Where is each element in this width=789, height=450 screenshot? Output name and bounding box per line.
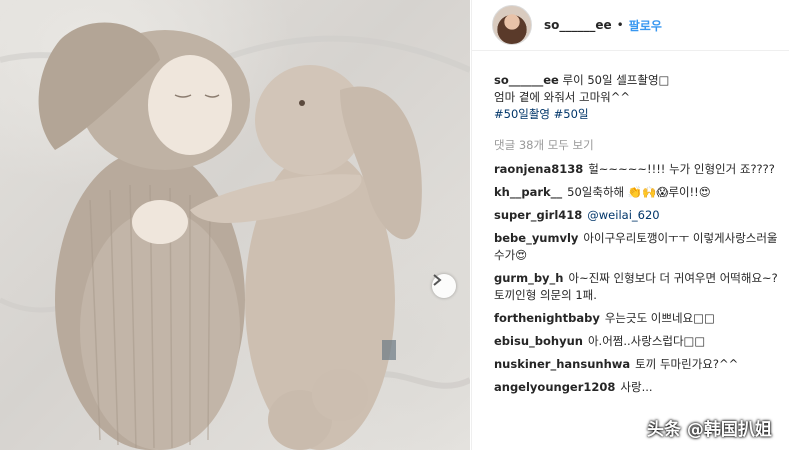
comment: raonjena8138 헐~~~~~!!!! 누가 인형인거 죠???? — [494, 161, 784, 178]
post-header: so______ee • 팔로우 — [472, 0, 789, 51]
caption-line-2: 엄마 곁에 와줘서 고마워^^ — [494, 90, 631, 104]
baby-and-bunny-illustration — [0, 22, 470, 450]
comments-list: raonjena8138 헐~~~~~!!!! 누가 인형인거 죠???? kh_… — [494, 161, 784, 402]
comment-username[interactable]: angelyounger1208 — [494, 380, 615, 394]
post-caption: so______ee 루이 50일 셀프촬영□ 엄마 곁에 와줘서 고마워^^ … — [494, 72, 774, 123]
follow-button[interactable]: 팔로우 — [629, 17, 662, 34]
comment-text: 우는긋도 이쁘네요□□ — [604, 311, 715, 325]
comment-username[interactable]: ebisu_bohyun — [494, 334, 583, 348]
hashtag-link[interactable]: #50일 — [554, 107, 589, 121]
watermark: 头条 @韩国扒姐 — [647, 420, 772, 440]
chevron-right-icon — [433, 274, 442, 286]
caption-username[interactable]: so______ee — [494, 73, 559, 87]
comment-username[interactable]: forthenightbaby — [494, 311, 600, 325]
comment-username[interactable]: super_girl418 — [494, 208, 582, 222]
comment-username[interactable]: nuskiner_hansunhwa — [494, 357, 630, 371]
caption-line-1: 루이 50일 셀프촬영□ — [562, 73, 670, 87]
comment-text: 토끼 두마린가요?^^ — [635, 357, 739, 371]
comment-username[interactable]: kh__park__ — [494, 185, 562, 199]
comment-username[interactable]: gurm_by_h — [494, 271, 564, 285]
comment-text: 사랑... — [620, 380, 653, 394]
post-username[interactable]: so______ee — [544, 18, 612, 32]
comment-username[interactable]: bebe_yumvly — [494, 231, 578, 245]
separator-dot: • — [616, 18, 624, 32]
comment: angelyounger1208 사랑... — [494, 379, 784, 396]
comment-text: 아.어쩜..사랑스럽다□□ — [587, 334, 706, 348]
view-all-comments-link[interactable]: 댓글 38개 모두 보기 — [494, 137, 594, 153]
comment-text: 헐~~~~~!!!! 누가 인형인거 죠???? — [588, 162, 775, 176]
comment: super_girl418 @weilai_620 — [494, 207, 784, 224]
hashtag-link[interactable]: #50일촬영 — [494, 107, 550, 121]
avatar[interactable] — [492, 5, 532, 45]
comment-text: 50일축하해 👏🙌😱루이!!😍 — [567, 185, 711, 199]
comment-mention[interactable]: @weilai_620 — [587, 208, 659, 222]
post-side-panel: so______ee • 팔로우 so______ee 루이 50일 셀프촬영□… — [471, 0, 789, 450]
post-photo — [0, 0, 470, 450]
comment: gurm_by_h 아~진짜 인형보다 더 귀여우면 어떡해요~? 토끼인형 의문… — [494, 270, 784, 304]
comment: forthenightbaby 우는긋도 이쁘네요□□ — [494, 310, 784, 327]
comment: nuskiner_hansunhwa 토끼 두마린가요?^^ — [494, 356, 784, 373]
comment-username[interactable]: raonjena8138 — [494, 162, 583, 176]
comment: kh__park__ 50일축하해 👏🙌😱루이!!😍 — [494, 184, 784, 201]
next-photo-button[interactable] — [432, 274, 456, 298]
comment: ebisu_bohyun 아.어쩜..사랑스럽다□□ — [494, 333, 784, 350]
comment: bebe_yumvly 아이구우리토깽이ㅜㅜ 이렇게사랑스러울수가😍 — [494, 230, 784, 264]
